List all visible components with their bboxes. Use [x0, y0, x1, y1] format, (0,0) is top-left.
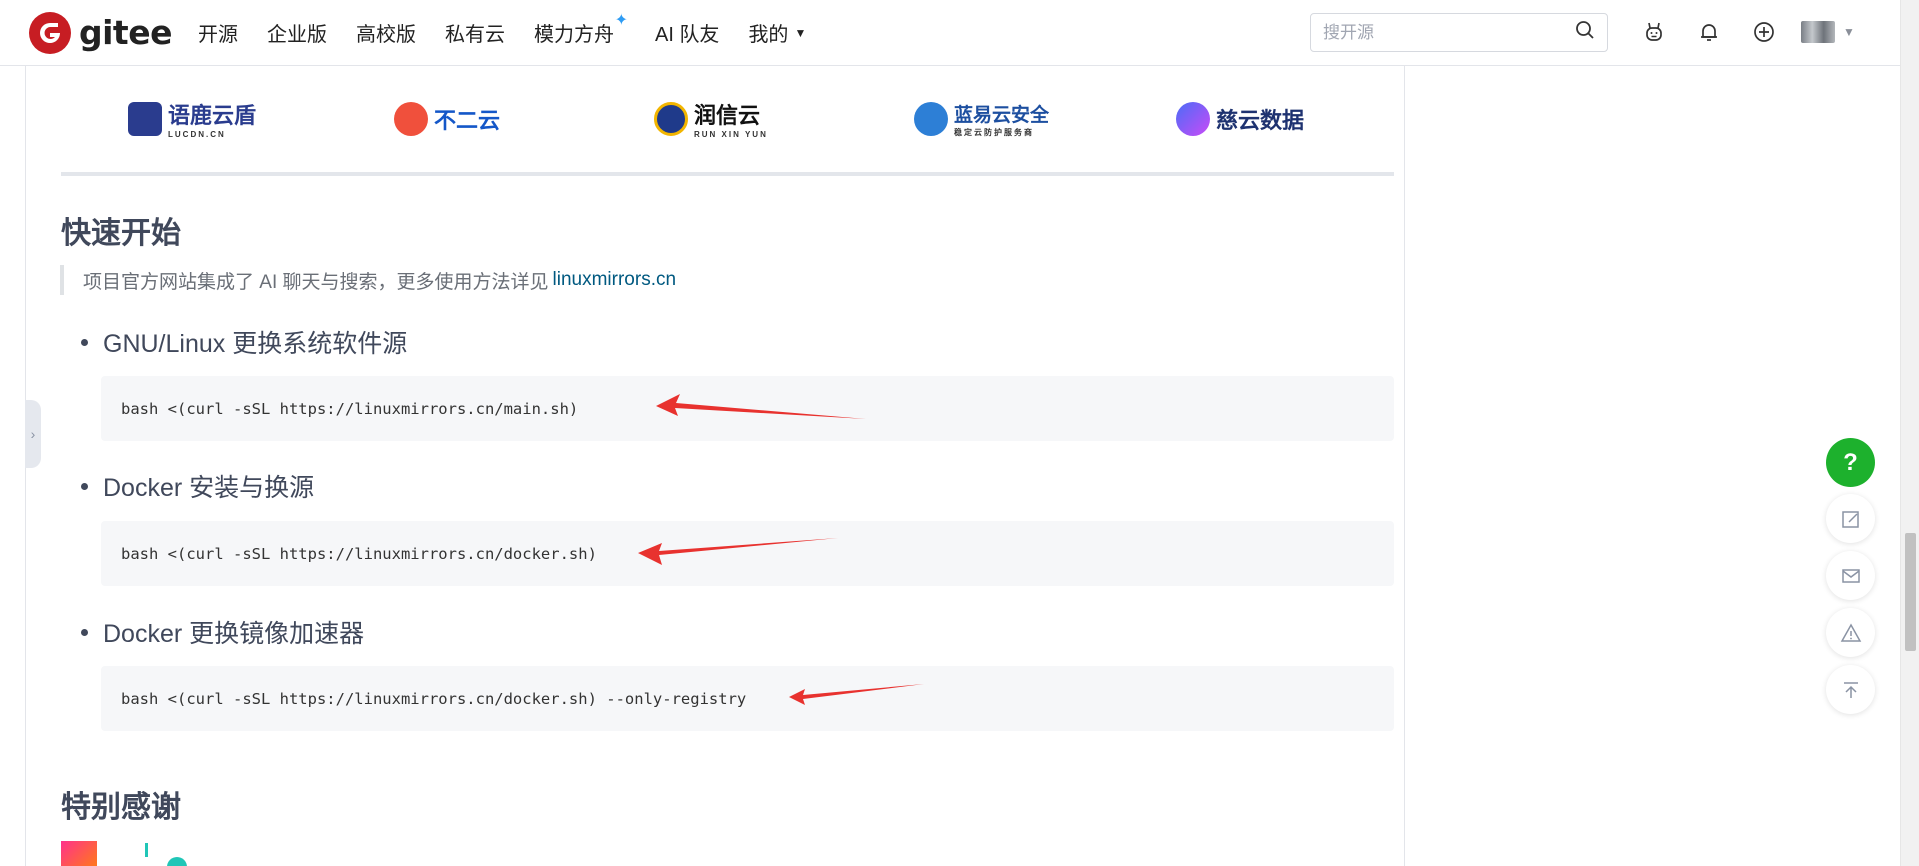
nav-item-moli[interactable]: 模力方舟 ✦ [533, 12, 628, 47]
sponsor-runxinyun[interactable]: 润信云 RUN XIN YUN [654, 66, 768, 171]
chevron-right-icon: › [30, 426, 36, 442]
quote-link[interactable]: linuxmirrors.cn [553, 269, 677, 291]
code-text[interactable]: bash <(curl -sSL https://linuxmirrors.cn… [121, 400, 578, 418]
nav-item-mine-label: 我的 [748, 24, 789, 46]
list-item-label: Docker 更换镜像加速器 [103, 620, 365, 648]
red-arrow-icon [638, 538, 838, 565]
caret-down-icon[interactable]: ▼ [1843, 25, 1855, 39]
gitee-logo-mark-icon [29, 11, 71, 54]
sponsor-bueryun-name: 不二云 [434, 107, 501, 133]
sponsor-lucdn-name: 语鹿云盾 [168, 103, 257, 128]
mail-icon [1841, 568, 1860, 583]
nav-item-moli-label: 模力方舟 [533, 24, 614, 46]
top-icons: ▼ [1636, 14, 1855, 50]
list-item: Docker 安装与换源 [81, 468, 314, 504]
search-input[interactable] [1323, 22, 1575, 43]
scrollbar-thumb[interactable] [1905, 533, 1916, 651]
report-button[interactable] [1826, 608, 1875, 657]
sponsor-lanyiyun-name: 蓝易云安全 [954, 104, 1050, 126]
heading-quick-start: 快速开始 [61, 217, 181, 250]
sponsor-bueryun[interactable]: 不二云 [394, 66, 500, 171]
nav-item-private-cloud[interactable]: 私有云 [445, 18, 505, 47]
list-item: GNU/Linux 更换系统软件源 [81, 324, 407, 360]
jetbrains-logo-icon[interactable] [61, 841, 97, 866]
edit-icon [1841, 510, 1859, 528]
code-text[interactable]: bash <(curl -sSL https://linuxmirrors.cn… [121, 545, 597, 563]
quote-text: 项目官方网站集成了 AI 聊天与搜索，更多使用方法详见 [83, 271, 549, 293]
sponsor-lucdn-domain: LUCDN.CN [168, 130, 226, 139]
red-arrow-icon [656, 394, 866, 419]
robot-icon[interactable] [1636, 14, 1672, 50]
cloud-icon [1176, 101, 1210, 136]
cloud-icon [914, 101, 948, 136]
sponsor-runxinyun-name: 润信云 [694, 103, 761, 128]
blockquote: 项目官方网站集成了 AI 聊天与搜索，更多使用方法详见 linuxmirrors… [60, 265, 676, 295]
sparkle-icon: ✦ [614, 12, 628, 29]
nav-item-opensource[interactable]: 开源 [198, 18, 238, 47]
nav-item-ai-teammate[interactable]: AI 队友 [655, 18, 719, 47]
sponsor-logos: 语鹿云盾 LUCDN.CN 不二云 润信云 RUN XIN YUN 蓝易云安全 … [26, 66, 1406, 171]
r-logo-icon [654, 101, 688, 136]
thanks-logos [61, 841, 247, 866]
plus-circle-icon[interactable] [1746, 14, 1782, 50]
caret-down-icon: ▼ [794, 25, 807, 40]
sponsor-runxinyun-sub: RUN XIN YUN [694, 130, 768, 139]
avatar[interactable] [1801, 21, 1835, 43]
nav-item-enterprise[interactable]: 企业版 [267, 18, 327, 47]
warning-icon [1840, 622, 1861, 642]
list-item-label: Docker 安装与换源 [103, 474, 315, 502]
bullet [81, 628, 88, 636]
sponsor-ciyun-name: 慈云数据 [1216, 107, 1305, 133]
search-icon[interactable] [1575, 20, 1595, 45]
logo-text: gitee [79, 13, 172, 52]
divider [61, 172, 1394, 176]
netlify-logo-icon[interactable] [137, 841, 247, 866]
page-scrollbar[interactable] [1900, 0, 1919, 866]
red-arrow-icon [789, 684, 924, 705]
gitee-logo[interactable]: gitee [29, 11, 172, 54]
sponsor-ciyun[interactable]: 慈云数据 [1176, 66, 1304, 171]
list-item: Docker 更换镜像加速器 [81, 614, 364, 650]
mail-button[interactable] [1826, 551, 1875, 600]
heading-special-thanks: 特别感谢 [61, 791, 181, 824]
cloud-icon [394, 101, 428, 136]
top-navbar: gitee 开源 企业版 高校版 私有云 模力方舟 ✦ AI 队友 我的 ▼ ▼ [0, 0, 1900, 66]
question-icon: ? [1843, 448, 1858, 476]
shield-icon [128, 101, 162, 136]
nav-item-education[interactable]: 高校版 [356, 18, 416, 47]
nav-item-mine[interactable]: 我的 ▼ [748, 18, 806, 47]
bullet [81, 482, 88, 490]
back-to-top-button[interactable] [1826, 665, 1875, 714]
help-button[interactable]: ? [1826, 438, 1875, 487]
readme-content: 语鹿云盾 LUCDN.CN 不二云 润信云 RUN XIN YUN 蓝易云安全 … [25, 66, 1405, 866]
sponsor-lanyiyun[interactable]: 蓝易云安全 稳定云防护服务商 [914, 66, 1049, 171]
search-box[interactable] [1310, 13, 1608, 52]
code-text[interactable]: bash <(curl -sSL https://linuxmirrors.cn… [121, 690, 746, 708]
sponsor-lucdn[interactable]: 语鹿云盾 LUCDN.CN [128, 66, 256, 171]
list-item-label: GNU/Linux 更换系统软件源 [103, 330, 408, 358]
bullet [81, 338, 88, 346]
code-block[interactable]: bash <(curl -sSL https://linuxmirrors.cn… [101, 666, 1394, 731]
bell-icon[interactable] [1691, 14, 1727, 50]
edit-button[interactable] [1826, 494, 1875, 543]
back-to-top-icon [1843, 681, 1858, 698]
sidebar-toggle[interactable]: › [25, 400, 41, 468]
sponsor-lanyiyun-sub: 稳定云防护服务商 [954, 127, 1034, 137]
